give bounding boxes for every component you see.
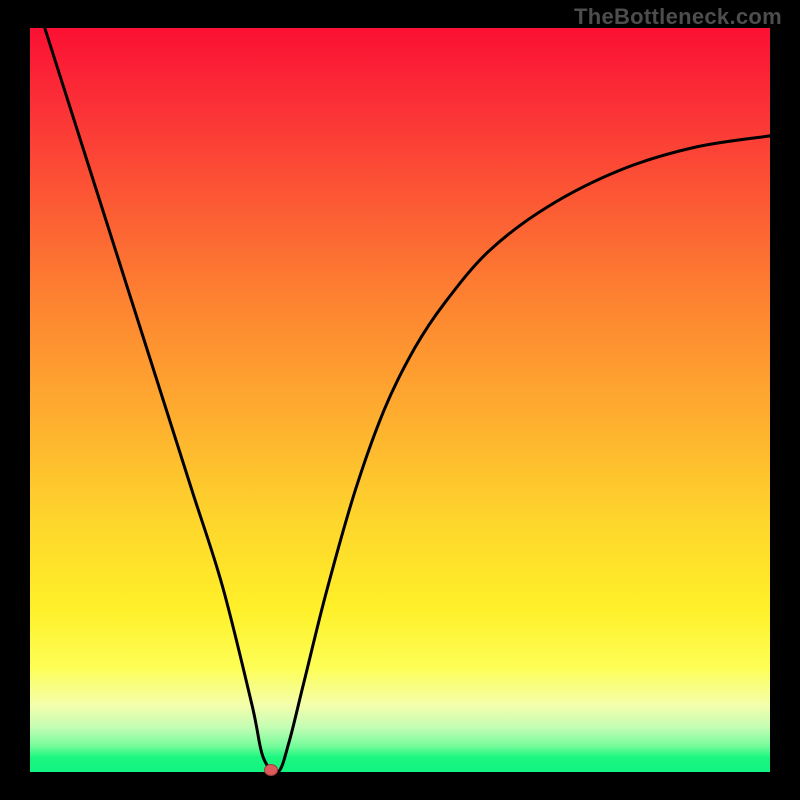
chart-frame: TheBottleneck.com	[0, 0, 800, 800]
plot-gradient-background	[30, 28, 770, 772]
watermark-label: TheBottleneck.com	[574, 4, 782, 30]
minimum-marker	[264, 764, 278, 776]
